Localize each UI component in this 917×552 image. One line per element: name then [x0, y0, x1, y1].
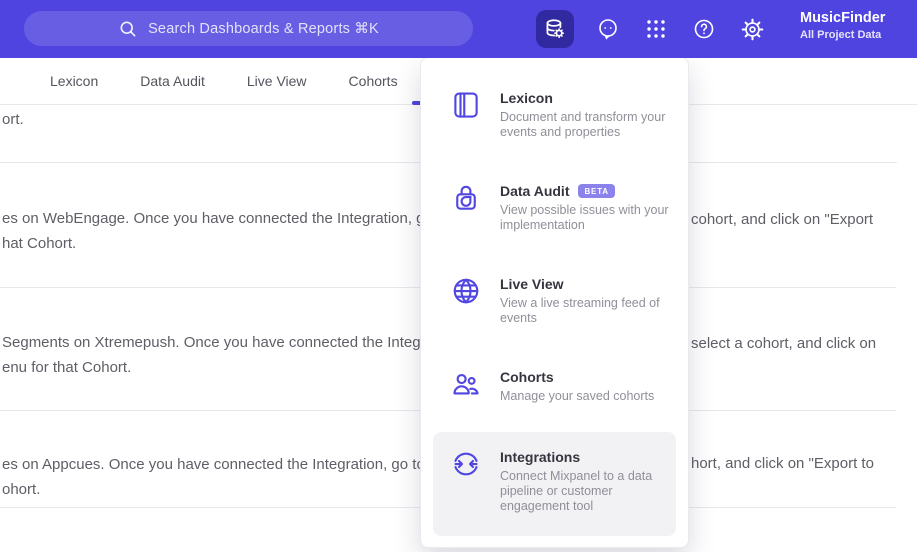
- table-row-fragment: ort.: [2, 111, 24, 128]
- project-name: MusicFinder: [800, 10, 886, 26]
- table-row: ohort.: [2, 481, 41, 498]
- menu-item-lexicon[interactable]: Lexicon Document and transform your even…: [421, 89, 688, 140]
- menu-item-description: Manage your saved cohorts: [500, 389, 655, 403]
- audit-lock-icon: [451, 183, 483, 233]
- table-row: es on Appcues. Once you have connected t…: [2, 456, 467, 473]
- help-icon: [692, 17, 716, 41]
- tab-data-audit[interactable]: Data Audit: [140, 73, 205, 89]
- menu-item-data-audit[interactable]: Data Audit BETA View possible issues wit…: [421, 182, 688, 233]
- search-placeholder: Search Dashboards & Reports ⌘K: [148, 20, 379, 37]
- table-row: select a cohort, and click on: [691, 335, 877, 352]
- menu-item-description: View possible issues with your implement…: [500, 203, 669, 232]
- tab-live-view[interactable]: Live View: [247, 73, 307, 89]
- sync-arrows-icon: [451, 449, 483, 514]
- menu-item-title: Lexicon: [500, 90, 553, 106]
- table-row: hort, and click on "Export to: [691, 455, 874, 472]
- menu-item-description: View a live streaming feed of events: [500, 296, 660, 325]
- table-row: hat Cohort.: [2, 235, 77, 252]
- apps-grid-icon: [644, 17, 668, 41]
- menu-item-live-view[interactable]: Live View View a live streaming feed of …: [421, 275, 688, 326]
- menu-item-title: Live View: [500, 276, 564, 292]
- globe-icon: [451, 276, 483, 326]
- beta-badge: BETA: [578, 184, 615, 198]
- users-icon: [451, 369, 483, 404]
- database-gear-icon: [542, 16, 568, 42]
- menu-item-description: Connect Mixpanel to a data pipeline or c…: [500, 469, 653, 513]
- menu-item-cohorts[interactable]: Cohorts Manage your saved cohorts: [421, 368, 688, 404]
- settings-gear-icon: [740, 17, 765, 42]
- tab-lexicon[interactable]: Lexicon: [50, 73, 98, 89]
- table-row: es on WebEngage. Once you have connected…: [2, 210, 475, 227]
- help-button[interactable]: [692, 10, 716, 48]
- menu-item-title: Data Audit: [500, 183, 570, 199]
- settings-button[interactable]: [740, 10, 764, 48]
- data-management-menu: Lexicon Document and transform your even…: [420, 57, 689, 548]
- menu-item-title: Integrations: [500, 449, 581, 465]
- data-management-button[interactable]: [536, 10, 574, 48]
- top-header: Search Dashboards & Reports ⌘K MusicFind…: [0, 0, 917, 58]
- book-icon: [451, 90, 483, 140]
- mixpanel-app: ort. es on WebEngage. Once you have conn…: [0, 0, 917, 552]
- menu-item-title: Cohorts: [500, 369, 554, 385]
- feedback-button[interactable]: [596, 10, 620, 48]
- feedback-chat-icon: [596, 17, 620, 41]
- table-row: enu for that Cohort.: [2, 359, 132, 376]
- table-row: Segments on Xtremepush. Once you have co…: [2, 334, 463, 351]
- menu-item-description: Document and transform your events and p…: [500, 110, 666, 139]
- project-switcher[interactable]: MusicFinder All Project Data: [800, 9, 910, 43]
- search-icon: [118, 19, 138, 39]
- search-input[interactable]: Search Dashboards & Reports ⌘K: [24, 11, 473, 46]
- tab-cohorts[interactable]: Cohorts: [349, 73, 398, 89]
- menu-item-integrations[interactable]: Integrations Connect Mixpanel to a data …: [433, 432, 676, 536]
- apps-button[interactable]: [644, 10, 668, 48]
- table-row: cohort, and click on "Export: [691, 211, 874, 228]
- project-subtitle: All Project Data: [800, 29, 882, 41]
